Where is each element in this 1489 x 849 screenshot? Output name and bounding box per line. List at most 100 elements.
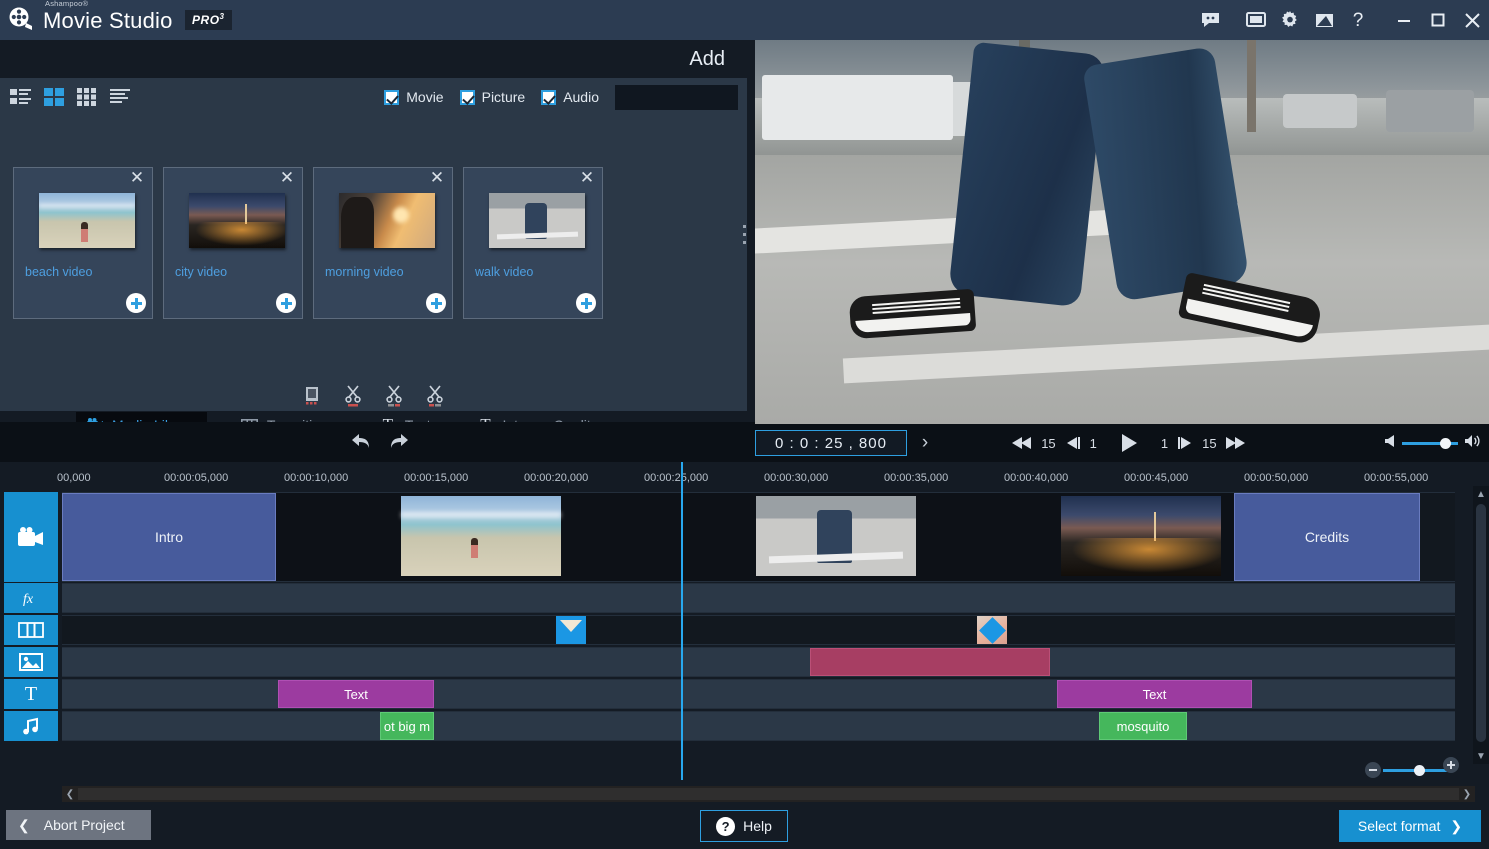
playhead[interactable]: [681, 462, 683, 780]
filmstrip-icon[interactable]: [300, 384, 324, 408]
timeline-horizontal-scrollbar[interactable]: ❮ ❯: [62, 786, 1475, 802]
zoom-slider[interactable]: [1383, 764, 1447, 776]
video-track-body[interactable]: Intro Credits: [62, 492, 1455, 582]
theme-icon[interactable]: [1307, 0, 1341, 40]
audio-track-body[interactable]: ot big m mosquito: [62, 711, 1455, 741]
minimize-button[interactable]: [1387, 0, 1421, 40]
volume-max-icon[interactable]: [1464, 434, 1481, 453]
timeline-zoom-control[interactable]: [1365, 757, 1465, 780]
scroll-right-icon[interactable]: ❯: [1459, 789, 1475, 800]
help-label: Help: [743, 818, 772, 834]
clip-transition-1[interactable]: [556, 616, 596, 644]
scroll-down-icon[interactable]: ▼: [1473, 748, 1489, 764]
abort-project-button[interactable]: ❮ Abort Project: [6, 810, 151, 840]
clip-text-2[interactable]: Text: [1057, 680, 1252, 708]
effects-track-body[interactable]: [62, 583, 1455, 613]
scissors-left-icon[interactable]: [382, 384, 406, 408]
timeline-vertical-scrollbar[interactable]: ▲ ▼: [1473, 486, 1489, 764]
vertical-scroll-thumb[interactable]: [1476, 504, 1486, 742]
rewind-button[interactable]: [1012, 436, 1032, 450]
screen-icon[interactable]: [1239, 0, 1273, 40]
clip-intro[interactable]: Intro: [62, 493, 276, 581]
text-track-body[interactable]: Text Text: [62, 679, 1455, 709]
clip-transition-2[interactable]: [977, 616, 1017, 644]
close-button[interactable]: [1455, 0, 1489, 40]
remove-media-icon[interactable]: ✕: [429, 169, 445, 186]
scissors-right-icon[interactable]: [423, 384, 447, 408]
remove-media-icon[interactable]: ✕: [129, 169, 145, 186]
current-time-field[interactable]: 0 : 0 : 25 , 800: [755, 430, 907, 456]
add-media-button[interactable]: [576, 293, 596, 313]
media-card[interactable]: ✕ morning video: [313, 167, 453, 319]
video-track: Intro Credits: [0, 492, 1455, 584]
media-card[interactable]: ✕ city video: [163, 167, 303, 319]
zoom-knob[interactable]: [1413, 764, 1425, 776]
grid-view-icon[interactable]: [75, 86, 99, 108]
next-frame-chevron-icon[interactable]: ›: [907, 432, 943, 454]
large-tiles-view-icon[interactable]: [42, 86, 66, 108]
remove-media-icon[interactable]: ✕: [279, 169, 295, 186]
volume-slider[interactable]: [1401, 437, 1458, 449]
zoom-out-button[interactable]: [1365, 762, 1381, 778]
select-format-button[interactable]: Select format ❯: [1339, 810, 1481, 842]
add-media-button[interactable]: [426, 293, 446, 313]
volume-control[interactable]: [1384, 434, 1489, 453]
filter-movie-checkbox[interactable]: [384, 89, 400, 105]
filter-movie-label: Movie: [406, 89, 444, 105]
help-icon[interactable]: ?: [1341, 0, 1375, 40]
ruler-label: 00:00:55,000: [1364, 472, 1429, 484]
transition-track-body[interactable]: [62, 615, 1455, 645]
picture-track-body[interactable]: [62, 647, 1455, 677]
search-box[interactable]: [615, 84, 813, 110]
clip-audio-1[interactable]: ot big m: [380, 712, 434, 740]
scroll-left-icon[interactable]: ❮: [62, 789, 78, 800]
remove-media-icon[interactable]: ✕: [579, 169, 595, 186]
clip-credits[interactable]: Credits: [1234, 493, 1420, 581]
gear-icon[interactable]: [1273, 0, 1307, 40]
scroll-up-icon[interactable]: ▲: [1473, 486, 1489, 502]
step-back-button[interactable]: [1065, 436, 1081, 450]
clip-text-1[interactable]: Text: [278, 680, 434, 708]
volume-knob[interactable]: [1439, 437, 1451, 449]
clip-beach-video[interactable]: [276, 493, 686, 581]
video-preview[interactable]: [755, 40, 1489, 424]
clip-audio-2[interactable]: mosquito: [1099, 712, 1187, 740]
media-card[interactable]: ✕ walk video: [463, 167, 603, 319]
effects-track-header[interactable]: fx: [4, 583, 58, 613]
filter-picture[interactable]: Picture: [459, 89, 525, 105]
zoom-in-button[interactable]: [1443, 757, 1459, 773]
timeline-ruler[interactable]: 00,000 00:00:05,000 00:00:10,000 00:00:1…: [0, 468, 1489, 492]
select-format-label: Select format: [1357, 818, 1441, 834]
video-track-header[interactable]: [4, 492, 58, 582]
clip-walk-video[interactable]: [686, 493, 986, 581]
horizontal-scroll-thumb[interactable]: [78, 788, 1459, 800]
filter-audio-checkbox[interactable]: [541, 89, 557, 105]
redo-icon[interactable]: [388, 432, 410, 455]
step-back-frames-label: 1: [1089, 435, 1097, 451]
panel-splitter[interactable]: [741, 215, 748, 253]
volume-mute-icon[interactable]: [1384, 434, 1396, 453]
timeline-tracks: Intro Credits fx T Text Text ot big m mo…: [0, 492, 1455, 750]
transition-track-header[interactable]: [4, 615, 58, 645]
media-card[interactable]: ✕ beach video: [13, 167, 153, 319]
help-button[interactable]: ? Help: [700, 810, 788, 842]
scissors-icon[interactable]: [341, 384, 365, 408]
undo-icon[interactable]: [350, 432, 372, 455]
play-button[interactable]: [1120, 433, 1138, 453]
maximize-button[interactable]: [1421, 0, 1455, 40]
list-view-icon[interactable]: [9, 86, 33, 108]
text-track-header[interactable]: T: [4, 679, 58, 709]
audio-track-header[interactable]: [4, 711, 58, 741]
fast-forward-button[interactable]: [1225, 436, 1246, 450]
filter-picture-checkbox[interactable]: [459, 89, 475, 105]
filter-movie[interactable]: Movie: [384, 89, 444, 105]
picture-track-header[interactable]: [4, 647, 58, 677]
add-media-button[interactable]: [126, 293, 146, 313]
feedback-icon[interactable]: [1193, 0, 1227, 40]
details-view-icon[interactable]: [108, 86, 132, 108]
add-media-button[interactable]: [276, 293, 296, 313]
filter-audio[interactable]: Audio: [541, 89, 599, 105]
clip-picture-1[interactable]: [810, 648, 1050, 676]
step-forward-button[interactable]: [1177, 436, 1193, 450]
ruler-label: 00:00:15,000: [404, 472, 469, 484]
